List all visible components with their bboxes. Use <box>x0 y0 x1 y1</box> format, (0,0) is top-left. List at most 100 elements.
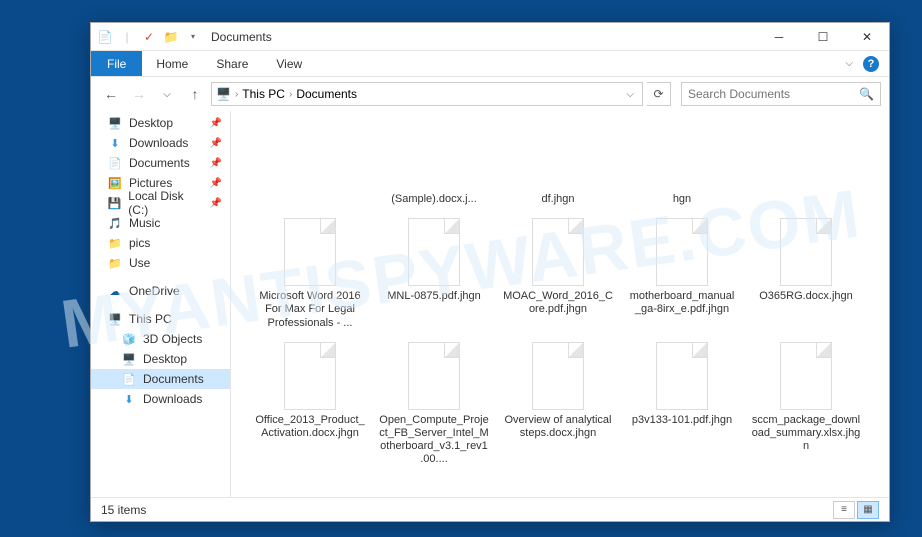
forward-button[interactable]: → <box>127 82 151 106</box>
downloads-icon: ⬇ <box>107 135 123 151</box>
sidebar-item-pics[interactable]: 📁pics <box>91 233 230 253</box>
pictures-icon: 🖼️ <box>107 175 123 191</box>
back-button[interactable]: ← <box>99 82 123 106</box>
breadcrumb-sep-icon: › <box>235 89 238 100</box>
sidebar-item-documents[interactable]: 📄 Documents 📌 <box>91 153 230 173</box>
downloads-icon: ⬇ <box>121 391 137 407</box>
up-button[interactable]: ↑ <box>183 82 207 106</box>
sidebar-item-downloads-pc[interactable]: ⬇ Downloads <box>91 389 230 409</box>
sidebar-item-label: Desktop <box>143 352 187 366</box>
ribbon-collapse-icon[interactable]: ⌵ <box>845 58 853 69</box>
sidebar-item-desktop-pc[interactable]: 🖥️ Desktop <box>91 349 230 369</box>
content-area: 🖥️Desktop📌 ⬇Downloads📌 📄Documents📌 🖼️Pic… <box>91 111 889 497</box>
tab-share[interactable]: Share <box>202 53 262 75</box>
file-item[interactable]: sccm_package_download_summary.xlsx.jhgn <box>747 338 865 471</box>
close-button[interactable]: ✕ <box>845 23 889 51</box>
sidebar-item-use[interactable]: 📁Use <box>91 253 230 273</box>
breadcrumb-this-pc[interactable]: This PC <box>242 87 285 101</box>
file-thumb-icon <box>408 218 460 286</box>
file-label: p3v133-101.pdf.jhgn <box>632 414 732 427</box>
file-pane[interactable]: (Sample).docx.j... df.jhgn hgn Microsoft… <box>231 111 889 497</box>
tab-home[interactable]: Home <box>142 53 202 75</box>
file-label: Overview of analytical steps.docx.jhgn <box>503 414 613 440</box>
explorer-window: 📄 | ✓ 📁 ▾ Documents ─ ☐ ✕ File Home Shar… <box>90 22 890 522</box>
sidebar-item-label: Use <box>129 256 150 270</box>
sidebar-item-label: Documents <box>129 156 190 170</box>
file-item[interactable]: (Sample).docx.j... <box>375 117 493 210</box>
breadcrumb[interactable]: 🖥️ › This PC › Documents ⌵ <box>211 82 643 106</box>
file-thumb-icon <box>532 218 584 286</box>
file-label: Microsoft Word 2016 For Max For Legal Pr… <box>255 290 365 330</box>
maximize-button[interactable]: ☐ <box>801 23 845 51</box>
onedrive-icon: ☁ <box>107 283 123 299</box>
file-label: (Sample).docx.j... <box>391 193 477 206</box>
file-item[interactable]: Open_Compute_Project_FB_Server_Intel_Mot… <box>375 338 493 471</box>
documents-icon: 📄 <box>121 371 137 387</box>
pin-icon: 📌 <box>210 138 226 149</box>
qat-dropdown-icon[interactable]: ▾ <box>185 29 201 45</box>
sidebar-item-label: This PC <box>129 312 172 326</box>
quick-access-toolbar: 📄 | ✓ 📁 ▾ <box>91 29 207 45</box>
pin-icon: 📌 <box>210 198 226 209</box>
details-view-button[interactable]: ≡ <box>833 501 855 519</box>
file-label: sccm_package_download_summary.xlsx.jhgn <box>751 414 861 454</box>
file-thumb-icon <box>656 342 708 410</box>
file-item[interactable]: Overview of analytical steps.docx.jhgn <box>499 338 617 471</box>
file-item[interactable]: MOAC_Word_2016_Core.pdf.jhgn <box>499 214 617 334</box>
search-box[interactable]: 🔍 <box>681 82 881 106</box>
desktop-icon: 🖥️ <box>121 351 137 367</box>
properties-icon[interactable]: 📄 <box>97 29 113 45</box>
window-controls: ─ ☐ ✕ <box>757 23 889 51</box>
sidebar-item-documents-pc[interactable]: 📄 Documents <box>91 369 230 389</box>
file-label: Open_Compute_Project_FB_Server_Intel_Mot… <box>379 414 489 467</box>
sidebar-item-3d-objects[interactable]: 🧊3D Objects <box>91 329 230 349</box>
breadcrumb-documents[interactable]: Documents <box>296 87 357 101</box>
navigation-pane[interactable]: 🖥️Desktop📌 ⬇Downloads📌 📄Documents📌 🖼️Pic… <box>91 111 231 497</box>
file-label: motherboard_manual_ga-8irx_e.pdf.jhgn <box>627 290 737 316</box>
search-input[interactable] <box>688 87 859 101</box>
file-thumb-icon <box>284 342 336 410</box>
file-item[interactable]: O365RG.docx.jhgn <box>747 214 865 334</box>
minimize-button[interactable]: ─ <box>757 23 801 51</box>
desktop-icon: 🖥️ <box>107 115 123 131</box>
window-title: Documents <box>211 30 272 44</box>
checkmark-icon[interactable]: ✓ <box>141 29 157 45</box>
file-thumb-icon <box>780 342 832 410</box>
search-icon[interactable]: 🔍 <box>859 87 874 101</box>
file-thumb-icon <box>532 342 584 410</box>
sidebar-item-label: Local Disk (C:) <box>128 189 203 217</box>
sidebar-item-downloads[interactable]: ⬇Downloads📌 <box>91 133 230 153</box>
file-item[interactable]: Office_2013_Product_Activation.docx.jhgn <box>251 338 369 471</box>
recent-locations-icon[interactable]: ⌵ <box>155 82 179 106</box>
music-icon: 🎵 <box>107 215 123 231</box>
sidebar-item-label: Downloads <box>143 392 202 406</box>
pc-icon: 🖥️ <box>216 87 231 101</box>
documents-icon: 📄 <box>107 155 123 171</box>
breadcrumb-dropdown-icon[interactable]: ⌵ <box>626 89 638 100</box>
icons-view-button[interactable]: ▦ <box>857 501 879 519</box>
refresh-button[interactable]: ⟳ <box>647 82 671 106</box>
file-item[interactable]: MNL-0875.pdf.jhgn <box>375 214 493 334</box>
this-pc-icon: 🖥️ <box>107 311 123 327</box>
file-item[interactable]: hgn <box>623 117 741 210</box>
item-count: 15 items <box>101 503 146 517</box>
file-item[interactable]: p3v133-101.pdf.jhgn <box>623 338 741 471</box>
pin-icon: 📌 <box>210 158 226 169</box>
file-item[interactable]: df.jhgn <box>499 117 617 210</box>
3d-objects-icon: 🧊 <box>121 331 137 347</box>
ribbon-tabs: File Home Share View ⌵ ? <box>91 51 889 77</box>
status-bar: 15 items ≡ ▦ <box>91 497 889 521</box>
help-icon[interactable]: ? <box>863 56 879 72</box>
view-toggles: ≡ ▦ <box>833 501 879 519</box>
file-item[interactable]: motherboard_manual_ga-8irx_e.pdf.jhgn <box>623 214 741 334</box>
tab-view[interactable]: View <box>262 53 316 75</box>
sidebar-item-desktop[interactable]: 🖥️Desktop📌 <box>91 113 230 133</box>
sidebar-item-label: Documents <box>143 372 204 386</box>
sidebar-item-onedrive[interactable]: ☁OneDrive <box>91 281 230 301</box>
sidebar-item-local-disk[interactable]: 💾Local Disk (C:)📌 <box>91 193 230 213</box>
file-tab[interactable]: File <box>91 51 142 76</box>
folder-icon[interactable]: 📁 <box>163 29 179 45</box>
sidebar-item-this-pc[interactable]: 🖥️ This PC <box>91 309 230 329</box>
file-item[interactable]: Microsoft Word 2016 For Max For Legal Pr… <box>251 214 369 334</box>
file-grid: (Sample).docx.j... df.jhgn hgn Microsoft… <box>251 117 879 471</box>
